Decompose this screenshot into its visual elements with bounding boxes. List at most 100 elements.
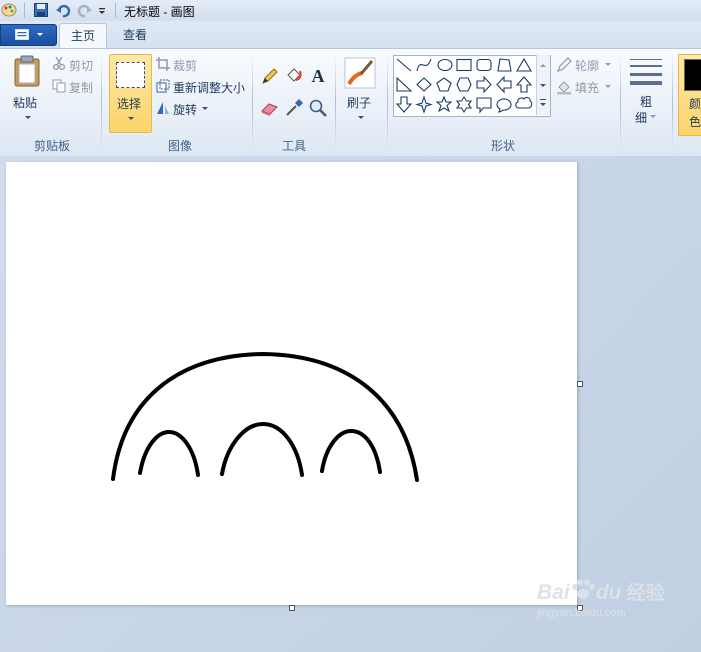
- line-shape-icon: [396, 58, 412, 72]
- four-point-star-shape-icon: [415, 95, 433, 114]
- resize-button[interactable]: 重新调整大小: [173, 79, 245, 96]
- rotate-button[interactable]: 旋转: [173, 101, 197, 118]
- gallery-expand-icon[interactable]: [540, 99, 546, 100]
- fill-dropdown-icon[interactable]: [605, 85, 611, 88]
- down-arrow-shape-icon: [395, 96, 413, 113]
- fill-icon: [557, 81, 571, 95]
- group-separator: [252, 55, 253, 151]
- paste-icon[interactable]: [12, 55, 42, 87]
- diamond-shape-icon: [416, 77, 432, 92]
- tools-group-label: 工具: [281, 139, 306, 153]
- watermark-product: 经验: [626, 583, 665, 604]
- crop-icon: [156, 57, 170, 71]
- select-dropdown-icon: [128, 117, 134, 120]
- rounded-rectangle-shape-icon: [476, 58, 492, 72]
- fill-button[interactable]: 填充: [575, 79, 599, 96]
- crop-button[interactable]: 裁剪: [173, 57, 197, 74]
- drawing-canvas[interactable]: [6, 162, 577, 605]
- paw-icon: [571, 579, 595, 599]
- group-separator: [672, 55, 673, 151]
- curve-shape-icon: [416, 58, 432, 72]
- rect-callout-shape-icon: [476, 97, 492, 114]
- cut-button[interactable]: 剪切: [69, 57, 93, 74]
- right-triangle-shape-icon: [396, 76, 413, 92]
- outline-icon: [556, 57, 572, 73]
- brushes-dropdown-icon[interactable]: [358, 116, 364, 119]
- up-arrow-shape-icon: [515, 76, 533, 93]
- rectangle-shape-icon: [456, 58, 472, 72]
- canvas-resize-handle-right[interactable]: [577, 381, 583, 387]
- shapes-gallery: [393, 55, 551, 117]
- paste-label[interactable]: 粘贴: [13, 94, 37, 111]
- five-point-star-shape-icon: [435, 95, 453, 113]
- watermark-brand: Bai: [537, 581, 570, 604]
- paint-menu-button[interactable]: [0, 24, 57, 46]
- select-label: 选择: [117, 97, 142, 111]
- undo-icon[interactable]: [55, 2, 71, 18]
- clipboard-group-label: 剪贴板: [33, 139, 70, 153]
- oval-shape-icon: [437, 58, 453, 72]
- magnifier-icon[interactable]: [308, 98, 328, 118]
- resize-icon: [156, 79, 170, 93]
- scroll-up-icon[interactable]: [540, 64, 546, 67]
- customize-quick-access-icon[interactable]: [97, 2, 107, 18]
- pencil-icon[interactable]: [260, 66, 280, 86]
- pentagon-shape-icon: [436, 77, 452, 92]
- right-small-arch-stroke: [320, 428, 382, 474]
- select-button[interactable]: 选择: [109, 54, 152, 133]
- copy-icon: [52, 79, 66, 93]
- tab-home[interactable]: 主页: [59, 23, 107, 49]
- left-small-arch-stroke: [138, 429, 200, 477]
- shapes-grid: [395, 57, 533, 114]
- large-arch-stroke: [111, 351, 419, 482]
- eraser-icon[interactable]: [260, 98, 280, 118]
- canvas-resize-handle-bottom[interactable]: [289, 605, 295, 611]
- rotate-dropdown-icon[interactable]: [202, 107, 208, 110]
- rotate-icon: [157, 102, 169, 114]
- window-title: 无标题 - 画图: [124, 5, 195, 19]
- selection-rect-icon: [116, 62, 145, 88]
- color1-label-bottom: 色: [689, 115, 701, 129]
- scroll-down-icon[interactable]: [540, 84, 546, 87]
- middle-small-arch-stroke: [220, 421, 304, 477]
- group-separator: [101, 55, 102, 151]
- color1-button[interactable]: 颜 色: [678, 54, 701, 136]
- ribbon: 粘贴 剪切 复制 剪贴板 选择 裁剪 重新调整大小 旋转 图像 A 工具 刷子 …: [0, 48, 701, 157]
- shapes-scrollbar[interactable]: [536, 55, 550, 115]
- fill-bucket-icon[interactable]: [284, 66, 304, 86]
- group-separator: [387, 55, 388, 151]
- color1-label-top: 颜: [689, 97, 701, 111]
- drawing: [111, 351, 419, 482]
- text-tool-icon[interactable]: A: [308, 66, 328, 86]
- outline-dropdown-icon[interactable]: [605, 63, 611, 66]
- brushes-icon[interactable]: [344, 57, 376, 89]
- chevron-down-icon: [37, 33, 43, 36]
- paint-app-icon[interactable]: [1, 2, 17, 18]
- watermark-url: jingyan.baidu.com: [537, 607, 626, 619]
- color-picker-icon[interactable]: [284, 98, 304, 118]
- brushes-label[interactable]: 刷子: [347, 94, 371, 111]
- color1-swatch: [684, 59, 701, 91]
- size-dropdown-icon[interactable]: [650, 115, 656, 118]
- redo-icon[interactable]: [77, 2, 93, 18]
- six-point-star-shape-icon: [455, 95, 473, 114]
- cloud-callout-shape-icon: [515, 96, 533, 109]
- save-icon[interactable]: [33, 2, 49, 18]
- paste-dropdown-icon[interactable]: [25, 116, 31, 119]
- copy-button[interactable]: 复制: [69, 79, 93, 96]
- size-label-top[interactable]: 粗: [640, 93, 652, 110]
- right-arrow-shape-icon: [476, 75, 492, 94]
- baidu-watermark: Bai du 经验 jingyan.baidu.com: [537, 578, 665, 619]
- tab-view[interactable]: 查看: [112, 23, 158, 47]
- polygon-shape-icon: [497, 58, 512, 72]
- image-group-label: 图像: [167, 139, 192, 153]
- size-label-bottom[interactable]: 细: [635, 109, 647, 126]
- group-separator: [620, 55, 621, 151]
- gallery-expand-arrow-icon[interactable]: [540, 103, 546, 106]
- scissors-icon: [52, 56, 66, 70]
- outline-button[interactable]: 轮廓: [575, 57, 599, 74]
- left-arrow-shape-icon: [496, 75, 512, 94]
- triangle-shape-icon: [516, 57, 532, 72]
- hexagon-shape-icon: [456, 77, 472, 92]
- watermark-brand-2: du: [595, 581, 622, 604]
